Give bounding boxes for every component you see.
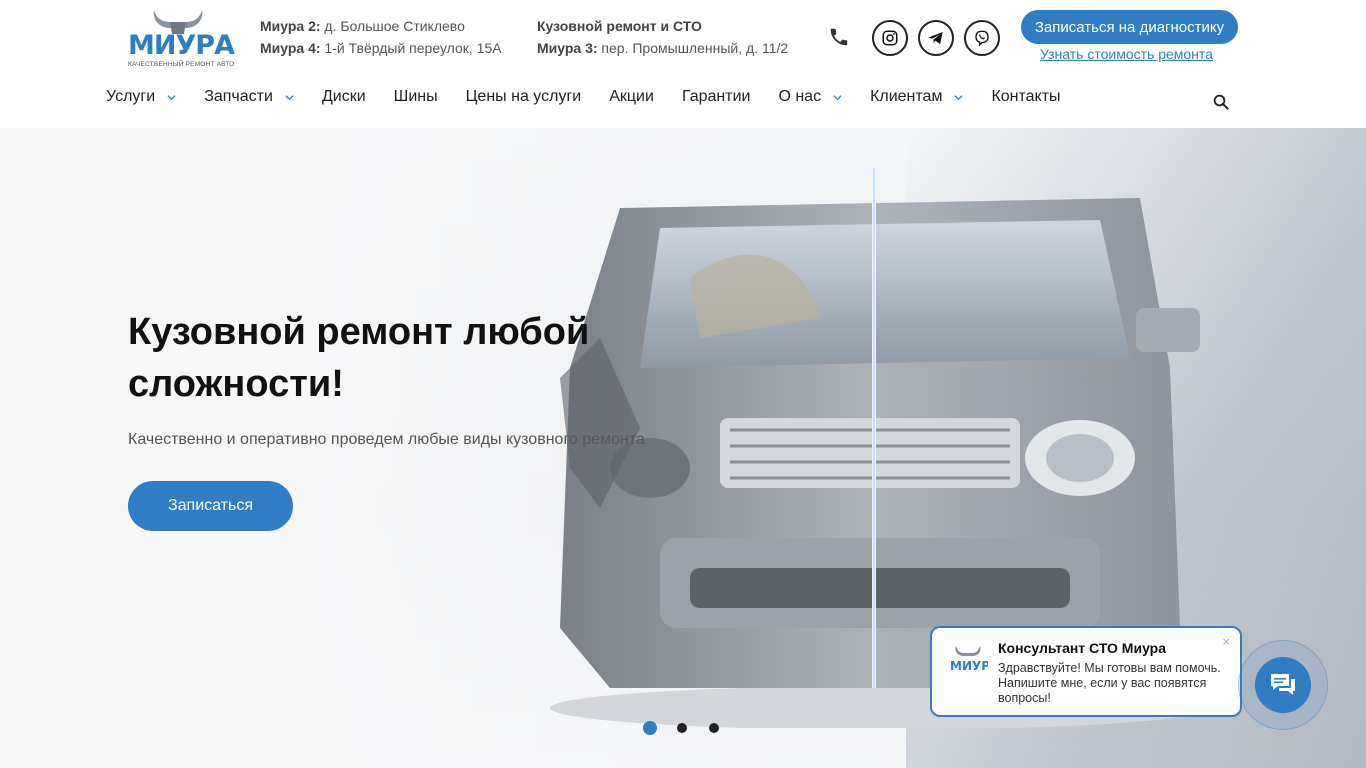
chevron-down-icon (833, 94, 842, 100)
telegram-icon[interactable] (918, 20, 954, 56)
instagram-icon[interactable] (872, 20, 908, 56)
chevron-down-icon (167, 94, 176, 100)
brand-name: МИУРА (128, 30, 235, 61)
logo[interactable]: МИУРА КАЧЕСТВЕННЫЙ РЕМОНТ АВТО (126, 6, 235, 70)
chevron-down-icon (285, 94, 294, 100)
address-line: Миура 3: пер. Промышленный, д. 11/2 (537, 40, 789, 56)
main-nav: Услуги Запчасти Диски Шины Цены на услуг… (106, 86, 1089, 108)
address-line: Миура 4: 1-й Твёрдый переулок, 15А (260, 40, 502, 56)
nav-item-wheels[interactable]: Диски (322, 88, 366, 106)
nav-item-warranty[interactable]: Гарантии (682, 88, 751, 106)
chevron-down-icon (954, 94, 964, 100)
viber-icon[interactable] (964, 20, 1000, 56)
slider-dots (643, 721, 721, 735)
address-line: Миура 2: д. Большое Стиклево (260, 18, 465, 34)
brand-tagline: КАЧЕСТВЕННЫЙ РЕМОНТ АВТО (128, 61, 235, 68)
site-header: МИУРА КАЧЕСТВЕННЫЙ РЕМОНТ АВТО Миура 2: … (0, 0, 1366, 128)
close-icon[interactable]: × (1222, 634, 1230, 649)
nav-item-prices[interactable]: Цены на услуги (466, 88, 582, 106)
search-icon[interactable] (1212, 93, 1230, 111)
chat-popup[interactable]: МИУРА Консультант СТО Миура Здравствуйте… (930, 626, 1242, 717)
chat-title: Консультант СТО Миура (998, 640, 1167, 656)
chat-bubbles-icon (1271, 674, 1295, 695)
repair-cost-link[interactable]: Узнать стоимость ремонта (1040, 46, 1213, 62)
nav-item-services[interactable]: Услуги (106, 88, 176, 106)
nav-item-contacts[interactable]: Контакты (991, 88, 1060, 106)
diagnostics-signup-button[interactable]: Записаться на диагностику (1021, 10, 1238, 44)
nav-item-parts[interactable]: Запчасти (204, 88, 294, 106)
chat-open-button[interactable] (1255, 657, 1311, 713)
chat-message: Здравствуйте! Мы готовы вам помочь. Напи… (998, 661, 1221, 705)
nav-item-promotions[interactable]: Акции (609, 88, 654, 106)
nav-item-clients[interactable]: Клиентам (870, 88, 964, 106)
nav-item-about[interactable]: О нас (778, 88, 842, 106)
hero-subtitle: Качественно и оперативно проведем любые … (128, 431, 645, 448)
hero-title: Кузовной ремонт любой сложности! (128, 311, 590, 405)
nav-item-tires[interactable]: Шины (394, 88, 438, 106)
chat-avatar-logo: МИУРА (950, 646, 988, 673)
slider-dot-2[interactable] (675, 721, 689, 735)
slider-dot-1[interactable] (643, 721, 657, 735)
phone-icon[interactable] (828, 26, 850, 48)
address-line: Кузовной ремонт и СТО (537, 18, 702, 34)
address-column-1: Миура 2: д. Большое Стиклево Миура 4: 1-… (260, 15, 502, 59)
address-column-2: Кузовной ремонт и СТО Миура 3: пер. Пром… (537, 15, 788, 59)
slider-dot-3[interactable] (707, 721, 721, 735)
signup-button[interactable]: Записаться (128, 481, 293, 531)
svg-text:МИУРА: МИУРА (950, 659, 988, 673)
